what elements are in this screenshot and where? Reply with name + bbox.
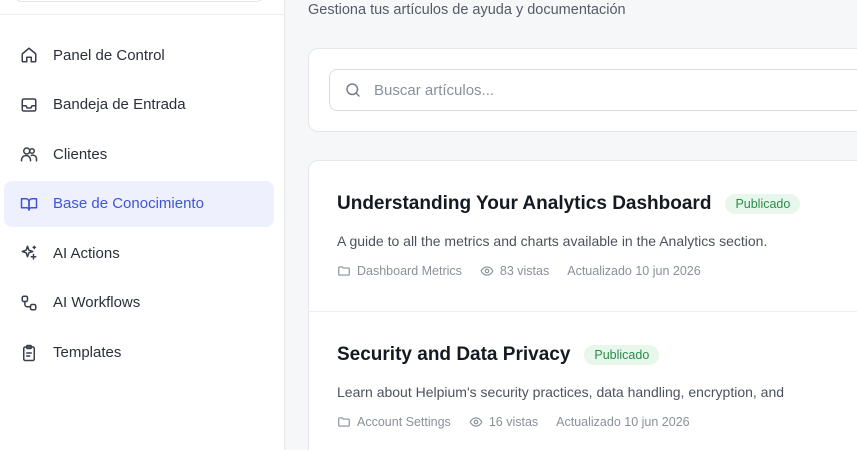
article-description: A guide to all the metrics and charts av… — [337, 233, 768, 249]
article-description: Learn about Helpium's security practices… — [337, 384, 785, 400]
status-badge: Publicado — [725, 194, 801, 214]
eye-icon — [469, 415, 483, 429]
status-badge: Publicado — [584, 345, 660, 365]
sidebar-item-label: Clientes — [53, 145, 108, 163]
sidebar-item-label: Panel de Control — [53, 46, 165, 64]
sidebar-item-clients[interactable]: Clientes — [4, 131, 274, 177]
sidebar-item-label: Templates — [53, 344, 122, 362]
sidebar-item-ai-workflows[interactable]: AI Workflows — [4, 280, 274, 326]
sidebar-nav: Panel de Control Bandeja de Entrada Clie… — [4, 32, 274, 379]
article-category: Dashboard Metrics — [337, 264, 462, 278]
eye-icon — [480, 264, 494, 278]
inbox-icon — [20, 96, 38, 114]
article-meta: Dashboard Metrics 83 vistas Actualizado … — [337, 264, 719, 278]
sidebar-divider — [0, 14, 285, 15]
sidebar-item-inbox[interactable]: Bandeja de Entrada — [4, 82, 274, 128]
article-views-label: 83 vistas — [499, 264, 550, 278]
sidebar-item-label: Base de Conocimiento — [53, 195, 204, 213]
article-title-row: Security and Data Privacy Publicado — [337, 344, 660, 366]
sidebar: Panel de Control Bandeja de Entrada Clie… — [0, 0, 285, 450]
book-open-icon — [20, 195, 38, 213]
sidebar-item-label: AI Workflows — [53, 294, 141, 312]
article-category-label: Account Settings — [357, 415, 451, 429]
article-category-label: Dashboard Metrics — [357, 264, 462, 278]
sidebar-item-dashboard[interactable]: Panel de Control — [4, 32, 274, 78]
article-category: Account Settings — [337, 415, 451, 429]
home-icon — [20, 46, 38, 64]
article-title-row: Understanding Your Analytics Dashboard P… — [337, 193, 801, 215]
search-input[interactable] — [374, 81, 854, 99]
article-item[interactable]: Understanding Your Analytics Dashboard P… — [309, 161, 857, 312]
sidebar-item-label: AI Actions — [53, 244, 120, 262]
article-updated: Actualizado 10 jun 2026 — [567, 264, 700, 278]
workflow-icon — [20, 294, 38, 312]
article-views: 83 vistas — [480, 264, 549, 278]
search-box[interactable] — [329, 69, 857, 111]
main-content: Gestiona tus artículos de ayuda y docume… — [286, 0, 857, 450]
sidebar-item-ai-actions[interactable]: AI Actions — [4, 230, 274, 276]
search-icon — [344, 81, 362, 99]
article-views: 16 vistas — [469, 415, 538, 429]
page-subtitle: Gestiona tus artículos de ayuda y docume… — [308, 2, 626, 18]
article-meta: Account Settings 16 vistas Actualizado 1… — [337, 415, 708, 429]
sidebar-item-knowledge-base[interactable]: Base de Conocimiento — [4, 180, 274, 227]
sparkles-icon — [20, 244, 38, 262]
folder-icon — [337, 264, 351, 278]
article-list: Understanding Your Analytics Dashboard P… — [308, 160, 857, 450]
workspace-selector[interactable] — [14, 0, 264, 2]
article-updated-label: Actualizado 10 jun 2026 — [556, 415, 690, 429]
article-updated-label: Actualizado 10 jun 2026 — [567, 264, 701, 278]
search-card — [308, 48, 857, 132]
article-item[interactable]: Security and Data Privacy Publicado Lear… — [309, 312, 857, 450]
article-updated: Actualizado 10 jun 2026 — [556, 415, 689, 429]
sidebar-item-label: Bandeja de Entrada — [53, 96, 186, 114]
article-title[interactable]: Security and Data Privacy — [337, 344, 570, 366]
users-icon — [20, 145, 38, 163]
sidebar-item-templates[interactable]: Templates — [4, 330, 274, 376]
article-title[interactable]: Understanding Your Analytics Dashboard — [337, 193, 711, 215]
clipboard-icon — [20, 344, 38, 362]
folder-icon — [337, 415, 351, 429]
article-views-label: 16 vistas — [488, 415, 539, 429]
